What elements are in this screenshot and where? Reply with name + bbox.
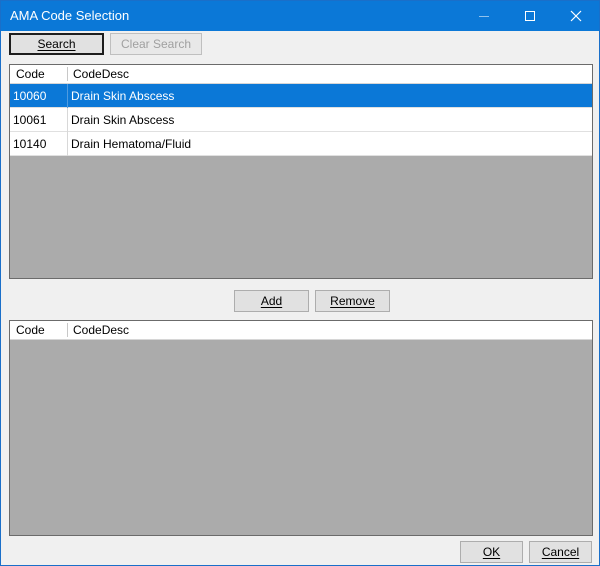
row-desc: Drain Hematoma/Fluid (71, 137, 192, 151)
column-header-code[interactable]: Code (16, 323, 45, 337)
results-grid[interactable]: Code CodeDesc 10060 Drain Skin Abscess 1… (9, 64, 593, 279)
row-desc: Drain Skin Abscess (71, 89, 175, 103)
close-icon (570, 10, 582, 22)
search-button[interactable]: Search (9, 33, 104, 55)
column-header-codedesc[interactable]: CodeDesc (73, 67, 129, 81)
selected-codes-grid[interactable]: Code CodeDesc (9, 320, 593, 536)
cell-separator (67, 108, 68, 132)
remove-button-label: Remove (330, 294, 375, 308)
column-separator[interactable] (67, 67, 68, 81)
cancel-button-label: Cancel (541, 545, 580, 559)
cancel-button[interactable]: Cancel (529, 541, 592, 563)
table-row[interactable]: 10140 Drain Hematoma/Fluid (10, 132, 592, 156)
close-button[interactable] (553, 1, 599, 31)
row-desc: Drain Skin Abscess (71, 113, 175, 127)
search-button-label: Search (37, 37, 76, 51)
row-code: 10060 (13, 89, 47, 103)
row-code: 10140 (13, 137, 47, 151)
ok-button[interactable]: OK (460, 541, 523, 563)
column-separator[interactable] (67, 323, 68, 337)
remove-button[interactable]: Remove (315, 290, 390, 312)
maximize-button[interactable] (507, 1, 553, 31)
column-header-code[interactable]: Code (16, 67, 45, 81)
window-title: AMA Code Selection (10, 8, 130, 23)
add-button-label: Add (260, 294, 283, 308)
add-button[interactable]: Add (234, 290, 309, 312)
cell-separator (67, 132, 68, 156)
results-grid-header: Code CodeDesc (10, 65, 592, 84)
ama-code-selection-window: AMA Code Selection Search Clear Search C… (0, 0, 600, 566)
table-row[interactable]: 10060 Drain Skin Abscess (10, 84, 592, 108)
clear-search-button-label: Clear Search (120, 37, 192, 51)
title-bar[interactable]: AMA Code Selection (1, 1, 599, 31)
selected-grid-header: Code CodeDesc (10, 321, 592, 340)
table-row[interactable]: 10061 Drain Skin Abscess (10, 108, 592, 132)
clear-search-button[interactable]: Clear Search (110, 33, 202, 55)
minimize-icon (479, 16, 489, 17)
minimize-button[interactable] (461, 1, 507, 31)
ok-button-label: OK (482, 545, 501, 559)
row-code: 10061 (13, 113, 47, 127)
maximize-icon (525, 11, 535, 21)
cell-separator (67, 84, 68, 108)
column-header-codedesc[interactable]: CodeDesc (73, 323, 129, 337)
